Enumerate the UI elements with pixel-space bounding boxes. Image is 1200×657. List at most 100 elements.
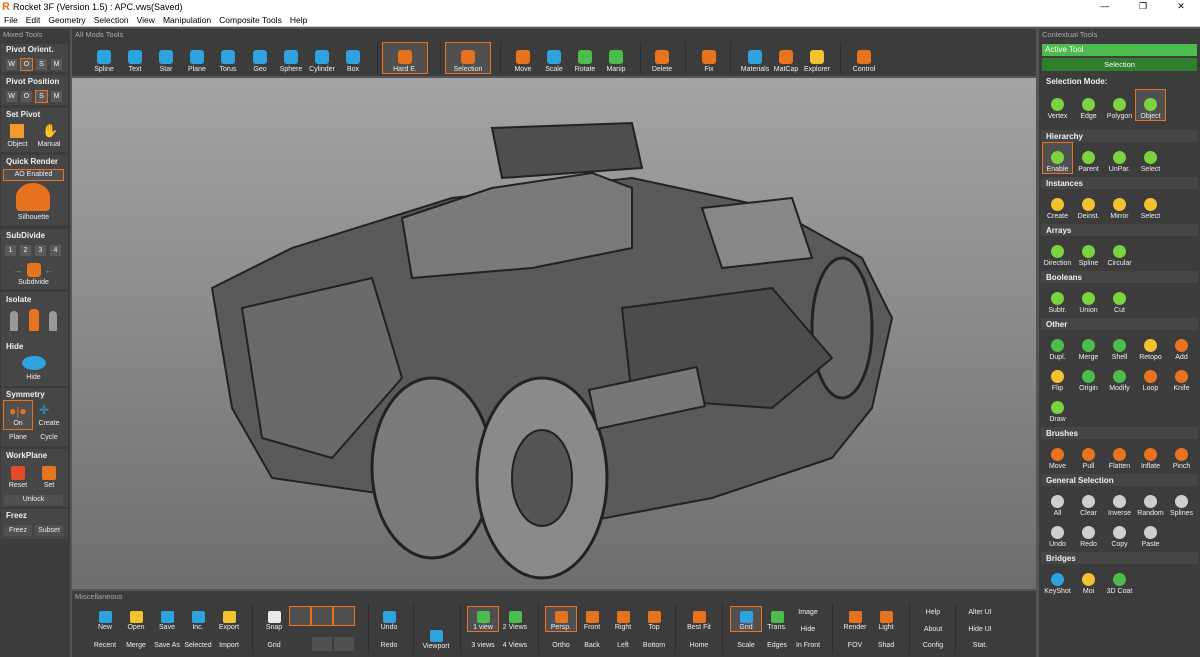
general2-3-button[interactable]: Paste (1136, 518, 1165, 548)
workplane-set-button[interactable]: Set (35, 482, 63, 489)
toolbar-move-button[interactable]: Move (508, 43, 538, 73)
subdivide-button[interactable]: Subdivide (4, 279, 63, 286)
hierarchy-0-button[interactable]: Enable (1042, 142, 1073, 174)
selection-mode-2-button[interactable]: Polygon (1105, 90, 1134, 120)
two-views-button[interactable]: 2 Views (500, 607, 530, 631)
subdivide-level-3[interactable]: 3 (35, 245, 46, 256)
toolbar-spline-button[interactable]: Spline (89, 43, 119, 73)
camera-back-button[interactable]: Back (577, 637, 607, 649)
camera-front-button[interactable]: Front (577, 607, 607, 631)
camera-persp-button[interactable]: Persp. (545, 606, 577, 632)
in-front-button[interactable]: In Front (792, 637, 824, 649)
brushes-2-button[interactable]: Flatten (1105, 440, 1134, 470)
edges-button[interactable]: Edges (762, 637, 792, 649)
file-saveas-button[interactable]: Save As (152, 637, 182, 649)
menu-help[interactable]: Help (286, 15, 311, 25)
arrays-0-button[interactable]: Direction (1043, 237, 1072, 267)
other-4-button[interactable]: Knife (1167, 362, 1196, 392)
shad-button[interactable]: Shad (871, 637, 901, 649)
pivot-pos-o[interactable]: O (21, 91, 32, 102)
selection-mode-0-button[interactable]: Vertex (1043, 90, 1072, 120)
toolbar-scale-button[interactable]: Scale (539, 43, 569, 73)
file-recent-button[interactable]: Recent (90, 637, 120, 649)
symmetry-create-icon[interactable]: ✛ (39, 403, 49, 417)
close-button[interactable]: ✕ (1162, 0, 1200, 13)
toolbar-matcap-button[interactable]: MatCap (771, 43, 801, 73)
workplane-reset-button[interactable]: Reset (4, 482, 32, 489)
toolbar-box-button[interactable]: Box (338, 43, 368, 73)
brushes-1-button[interactable]: Pull (1074, 440, 1103, 470)
snap-button[interactable]: Snap (259, 607, 289, 631)
toolbar-control-button[interactable]: Control (849, 43, 879, 73)
fov-button[interactable]: FOV (840, 637, 870, 649)
general-2-button[interactable]: Inverse (1105, 487, 1134, 517)
other-0-button[interactable]: Flip (1043, 362, 1072, 392)
general2-0-button[interactable]: Undo (1043, 518, 1072, 548)
symmetry-create-button[interactable]: Create (35, 420, 63, 427)
toolbar-selection-button[interactable]: Selection (445, 42, 491, 74)
menu-file[interactable]: File (0, 15, 22, 25)
instances-2-button[interactable]: Mirror (1105, 190, 1134, 220)
toolbar-geo-button[interactable]: Geo (245, 43, 275, 73)
hand-icon[interactable]: ✋ (42, 123, 58, 139)
pivot-pos-m[interactable]: M (51, 91, 62, 102)
set-icon[interactable] (42, 466, 56, 480)
other-2-button[interactable]: Shell (1105, 331, 1134, 361)
pivot-orient-o[interactable]: O (20, 58, 33, 71)
brushes-0-button[interactable]: Move (1043, 440, 1072, 470)
trans-button[interactable]: Trans. (762, 607, 792, 631)
instances-0-button[interactable]: Create (1043, 190, 1072, 220)
camera-right-button[interactable]: Right (608, 607, 638, 631)
active-tool-selection[interactable]: Selection (1042, 58, 1197, 71)
pivot-orient-m[interactable]: M (51, 59, 62, 70)
bridges-0-button[interactable]: KeyShot (1043, 565, 1072, 595)
undo-button[interactable]: Undo (374, 607, 404, 631)
set-pivot-manual[interactable]: Manual (35, 141, 63, 148)
three-views-button[interactable]: 3 views (468, 637, 498, 649)
menu-manipulation[interactable]: Manipulation (159, 15, 215, 25)
snap-mode-0-button[interactable] (289, 606, 311, 626)
unlock-button[interactable]: Unlock (4, 495, 63, 505)
minimize-button[interactable]: — (1086, 0, 1124, 13)
other-1-button[interactable]: Merge (1074, 331, 1103, 361)
booleans-1-button[interactable]: Union (1074, 284, 1103, 314)
menu-composite-tools[interactable]: Composite Tools (215, 15, 286, 25)
booleans-2-button[interactable]: Cut (1105, 284, 1134, 314)
pivot-pos-w[interactable]: W (6, 91, 17, 102)
silhouette-icon[interactable] (16, 183, 50, 211)
selection-mode-3-button[interactable]: Object (1135, 89, 1166, 121)
object-pivot-icon[interactable] (10, 124, 24, 138)
maximize-button[interactable]: ❐ (1124, 0, 1162, 13)
one-view-button[interactable]: 1 view (467, 606, 499, 632)
best-fit-button[interactable]: Best Fit (684, 607, 714, 631)
subdivide-level-1[interactable]: 1 (5, 245, 16, 256)
file-export-button[interactable]: Export (214, 607, 244, 631)
toolbar-hard-e-button[interactable]: Hard E. (382, 42, 428, 74)
hierarchy-2-button[interactable]: UnPar. (1105, 143, 1134, 173)
instances-3-button[interactable]: Select (1136, 190, 1165, 220)
camera-top-button[interactable]: Top (639, 607, 669, 631)
file-inc-button[interactable]: Inc. (183, 607, 213, 631)
general2-2-button[interactable]: Copy (1105, 518, 1134, 548)
grid-button[interactable]: Grid (730, 606, 762, 632)
menu-view[interactable]: View (133, 15, 159, 25)
toolbar-manip-button[interactable]: Manip (601, 43, 631, 73)
other-0-button[interactable]: Draw (1043, 393, 1072, 423)
bridges-2-button[interactable]: 3D Coat (1105, 565, 1134, 595)
snap-mode-extra-1-button[interactable] (334, 637, 354, 651)
subset-button[interactable]: Subset (35, 525, 63, 536)
booleans-0-button[interactable]: Subtr. (1043, 284, 1072, 314)
toolbar-star-button[interactable]: Star (151, 43, 181, 73)
menu-edit[interactable]: Edit (22, 15, 45, 25)
hierarchy-1-button[interactable]: Parent (1074, 143, 1103, 173)
general2-1-button[interactable]: Redo (1074, 518, 1103, 548)
freez-button[interactable]: Freez (4, 525, 32, 536)
home-button[interactable]: Home (684, 637, 714, 649)
other-0-button[interactable]: Dupl. (1043, 331, 1072, 361)
viewport-button[interactable]: Viewport (420, 610, 452, 650)
silhouette-label[interactable]: Silhouette (4, 214, 63, 221)
subdivide-icon[interactable] (27, 263, 41, 277)
pivot-pos-s[interactable]: S (35, 90, 48, 103)
about-button[interactable]: About (917, 621, 949, 633)
symmetry-plane-button[interactable]: Plane (4, 434, 32, 441)
